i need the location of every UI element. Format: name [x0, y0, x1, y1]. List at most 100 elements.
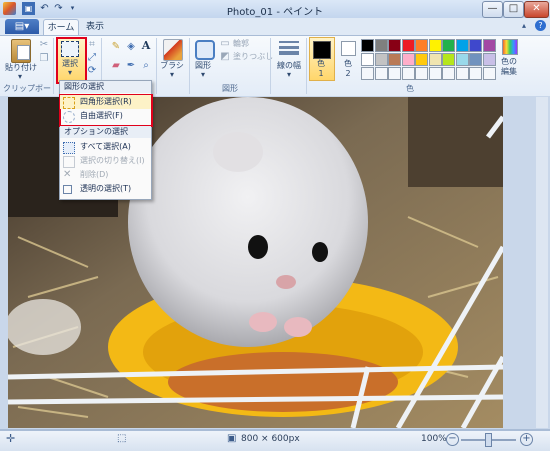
palette-empty-swatch[interactable] — [442, 67, 455, 80]
eraser-icon[interactable]: ▰ — [110, 60, 122, 72]
copy-icon[interactable]: ❐ — [38, 53, 50, 65]
rect-select-icon — [63, 97, 75, 109]
color2-swatch[interactable] — [341, 41, 356, 56]
cut-icon[interactable]: ✂ — [38, 39, 50, 51]
select-rectangle-icon — [61, 41, 79, 57]
file-menu-button[interactable]: ▤▾ — [5, 19, 39, 34]
delete-item[interactable]: ✕ 削除(D) — [60, 168, 151, 182]
brushes-dropdown-icon[interactable]: ▾ — [167, 70, 177, 80]
color-picker-icon[interactable]: ✒ — [125, 60, 137, 72]
minimize-button[interactable]: — — [482, 1, 503, 18]
palette-empty-swatch[interactable] — [415, 67, 428, 80]
invert-selection-item[interactable]: 選択の切り替え(I) — [60, 154, 151, 168]
transparent-selection-item[interactable]: 透明の選択(T) — [60, 182, 151, 196]
zoom-out-button[interactable]: − — [446, 433, 459, 446]
palette-swatch[interactable] — [455, 53, 469, 66]
palette-swatch[interactable] — [388, 53, 401, 66]
tab-view[interactable]: 表示 — [80, 19, 110, 35]
palette-swatch[interactable] — [401, 53, 415, 66]
colors-group-label: 色 — [406, 84, 414, 93]
palette-empty-swatch[interactable] — [428, 67, 442, 80]
brush-icon[interactable] — [163, 39, 183, 61]
palette-swatch[interactable] — [388, 39, 401, 52]
palette-swatch[interactable] — [361, 39, 374, 52]
color-palette — [361, 39, 501, 80]
separator — [53, 38, 54, 94]
palette-empty-swatch[interactable] — [374, 67, 388, 80]
vertical-scrollbar[interactable] — [536, 97, 548, 428]
fill-shape-icon[interactable]: ◩ — [219, 51, 231, 63]
pencil-icon[interactable]: ✎ — [110, 41, 122, 53]
color1-swatch — [313, 41, 331, 59]
tab-home[interactable]: ホーム — [43, 19, 79, 36]
line-size-dropdown-icon[interactable]: ▾ — [284, 70, 294, 80]
palette-swatch[interactable] — [374, 53, 388, 66]
palette-swatch[interactable] — [415, 53, 428, 66]
free-select-label: 自由選択(F) — [80, 111, 123, 120]
palette-swatch[interactable] — [469, 53, 482, 66]
separator — [189, 38, 190, 94]
palette-swatch[interactable] — [428, 53, 442, 66]
free-select-icon — [63, 111, 75, 123]
separator — [306, 38, 307, 94]
image-size-icon: ▣ — [227, 433, 237, 444]
maximize-button[interactable]: □ — [503, 1, 524, 18]
free-form-selection-item[interactable]: 自由選択(F) — [60, 109, 151, 123]
color2-label[interactable]: 色 2 — [336, 59, 360, 79]
palette-swatch[interactable] — [455, 39, 469, 52]
palette-swatch[interactable] — [361, 53, 374, 66]
palette-swatch[interactable] — [374, 39, 388, 52]
zoom-slider-thumb[interactable] — [485, 433, 492, 447]
palette-empty-swatch[interactable] — [401, 67, 415, 80]
help-icon[interactable]: ? — [535, 20, 546, 31]
selection-size-icon: ⬚ — [117, 433, 127, 444]
crop-icon[interactable]: ⌗ — [86, 39, 98, 51]
outline-label[interactable]: 輪郭 — [233, 38, 249, 50]
rotate-icon[interactable]: ⟳ — [86, 65, 98, 77]
fill-label[interactable]: 塗りつぶし — [233, 51, 273, 63]
delete-icon: ✕ — [63, 169, 72, 180]
magnifier-icon[interactable]: ⌕ — [140, 60, 152, 72]
separator — [270, 38, 271, 94]
selection-options-header: オプションの選択 — [60, 126, 151, 138]
palette-empty-swatch[interactable] — [388, 67, 401, 80]
palette-empty-swatch[interactable] — [455, 67, 469, 80]
palette-swatch[interactable] — [428, 39, 442, 52]
edit-colors-icon[interactable] — [502, 39, 518, 55]
transparent-selection-icon — [63, 185, 72, 194]
delete-label: 削除(D) — [80, 170, 109, 179]
line-size-icon[interactable] — [279, 41, 299, 57]
palette-swatch[interactable] — [469, 39, 482, 52]
shapes-group-label: 図形 — [222, 84, 238, 93]
outline-icon[interactable]: ▭ — [219, 38, 231, 50]
palette-swatch[interactable] — [415, 39, 428, 52]
select-all-item[interactable]: すべて選択(A) — [60, 140, 151, 154]
shapes-icon[interactable] — [195, 40, 215, 60]
select-dropdown-icon: ▾ — [67, 68, 72, 77]
ribbon-minimize-icon[interactable]: ▴ — [522, 21, 532, 31]
palette-swatch[interactable] — [442, 39, 455, 52]
transparent-selection-label: 透明の選択(T) — [80, 184, 132, 193]
select-all-label: すべて選択(A) — [80, 142, 131, 151]
paste-dropdown-icon[interactable]: ▾ — [15, 72, 25, 82]
resize-icon[interactable]: ⤢ — [86, 52, 98, 64]
shapes-dropdown-icon[interactable]: ▾ — [198, 70, 208, 80]
zoom-in-button[interactable]: + — [520, 433, 533, 446]
zoom-level-text: 100% — [421, 434, 447, 444]
cursor-position-icon: ✛ — [6, 432, 16, 445]
image-size-text: 800 × 600px — [241, 434, 300, 444]
palette-swatch[interactable] — [442, 53, 455, 66]
rect-select-label: 四角形選択(R) — [80, 97, 132, 106]
edit-colors-label[interactable]: 色の 編集 — [494, 57, 524, 77]
color1-label: 色 1 — [317, 59, 325, 78]
window-title: Photo_01 - ペイント — [226, 7, 324, 18]
palette-empty-swatch[interactable] — [361, 67, 374, 80]
text-icon[interactable]: A — [140, 40, 152, 52]
invert-selection-label: 選択の切り替え(I) — [80, 156, 145, 165]
close-button[interactable]: ✕ — [524, 1, 549, 18]
rectangular-selection-item[interactable]: 四角形選択(R) — [60, 95, 151, 109]
palette-swatch[interactable] — [401, 39, 415, 52]
palette-swatch[interactable] — [482, 39, 496, 52]
fill-icon[interactable]: ◈ — [125, 41, 137, 53]
palette-empty-swatch[interactable] — [469, 67, 482, 80]
